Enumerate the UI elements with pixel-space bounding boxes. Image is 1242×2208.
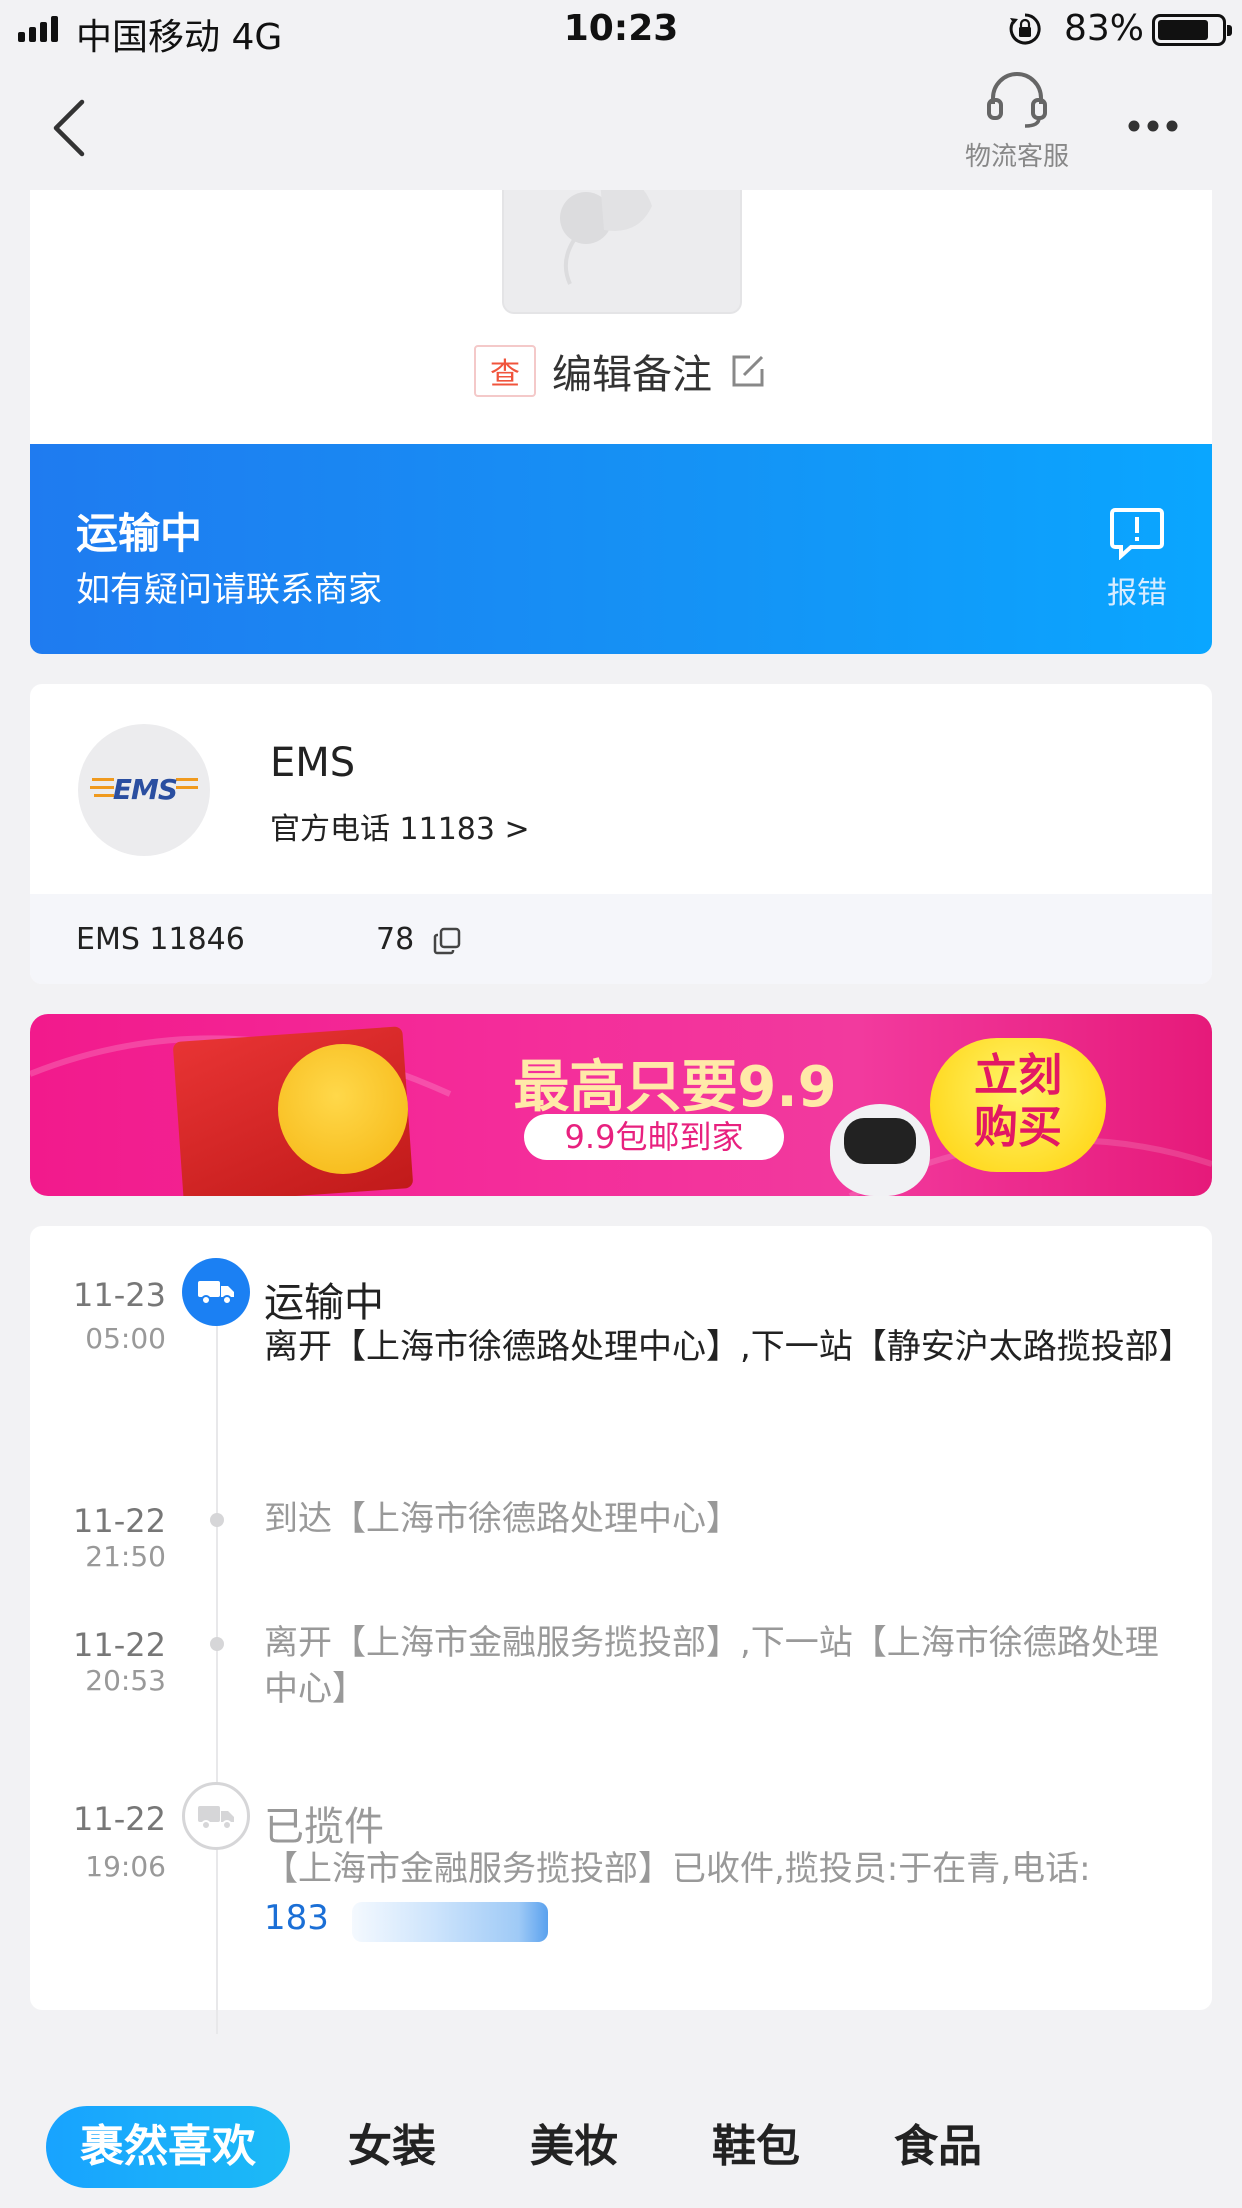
promo-banner[interactable]: 最高只要9.9 9.9包邮到家 立刻 购买 bbox=[30, 1014, 1212, 1196]
buy-now-line2: 购买 bbox=[974, 1102, 1062, 1153]
status-bar: 中国移动 4G 10:23 83% bbox=[0, 0, 1242, 62]
report-error-button[interactable]: 报错 bbox=[1102, 506, 1172, 612]
package-image[interactable] bbox=[502, 190, 742, 314]
status-subtitle: 如有疑问请联系商家 bbox=[76, 570, 382, 610]
headset-icon bbox=[987, 72, 1047, 128]
tracking-number-prefix: EMS 11846 bbox=[76, 922, 245, 957]
status-title: 运输中 bbox=[76, 509, 203, 558]
nav-bar: 物流客服 bbox=[0, 62, 1242, 190]
service-label: 物流客服 bbox=[964, 142, 1069, 172]
battery-percent: 83% bbox=[1064, 8, 1145, 49]
courier-phone-link[interactable]: 183 bbox=[264, 1898, 329, 1938]
timeline-time: 21:50 bbox=[85, 1540, 166, 1573]
tracking-number-row: EMS 11846 78 bbox=[30, 894, 1212, 984]
edit-note-label: 编辑备注 bbox=[552, 352, 712, 398]
clock: 10:23 bbox=[563, 8, 679, 49]
battery-icon bbox=[1152, 14, 1232, 46]
tab-bags[interactable]: 鞋包 bbox=[712, 2106, 800, 2188]
report-label: 报错 bbox=[1107, 576, 1167, 611]
timeline-title: 已揽件 bbox=[264, 1804, 384, 1850]
back-icon[interactable] bbox=[50, 98, 90, 158]
timeline-title: 运输中 bbox=[264, 1280, 384, 1326]
carrier-name: EMS bbox=[270, 740, 356, 786]
buy-now-line1: 立刻 bbox=[974, 1050, 1062, 1101]
bear-mascot-image bbox=[278, 1044, 408, 1174]
timeline-date: 11-22 bbox=[73, 1800, 166, 1838]
promo-pill: 9.9包邮到家 bbox=[524, 1114, 784, 1160]
timeline-time: 05:00 bbox=[85, 1322, 166, 1355]
timeline-dot bbox=[210, 1513, 224, 1527]
timeline-desc: 离开【上海市徐德路处理中心】,下一站【静安沪太路揽投部】 bbox=[264, 1327, 1193, 1367]
timeline-node-collected bbox=[182, 1782, 250, 1850]
ems-logo-text: EMS bbox=[112, 773, 178, 806]
tracking-timeline: 11-23 05:00 运输中 离开【上海市徐德路处理中心】,下一站【静安沪太路… bbox=[30, 1226, 1212, 2034]
timeline-time: 19:06 bbox=[85, 1850, 166, 1883]
tracking-number-suffix: 78 bbox=[376, 922, 415, 957]
timeline-node-active bbox=[182, 1258, 250, 1326]
rotation-lock-icon bbox=[1009, 13, 1041, 45]
timeline-dot bbox=[210, 1637, 224, 1651]
category-tabs: 裹然喜欢 女装 美妆 鞋包 食品 bbox=[0, 2106, 1242, 2196]
package-card: 查 编辑备注 bbox=[30, 190, 1212, 444]
query-tag: 查 bbox=[474, 345, 536, 397]
timeline-date: 11-22 bbox=[73, 1502, 166, 1540]
phone-redaction bbox=[352, 1902, 548, 1942]
ems-logo: EMS bbox=[78, 724, 210, 856]
timeline-line bbox=[216, 1314, 218, 2034]
timeline-date: 11-22 bbox=[73, 1626, 166, 1664]
timeline-desc: 离开【上海市金融服务揽投部】,下一站【上海市徐德路处理中心】 bbox=[264, 1623, 1159, 1709]
placeholder-image-icon bbox=[560, 190, 652, 285]
carrier-phone-link[interactable]: 官方电话 11183 > bbox=[270, 804, 530, 848]
report-icon bbox=[1110, 508, 1164, 561]
timeline-desc: 到达【上海市徐德路处理中心】 bbox=[264, 1499, 740, 1539]
timeline-time: 20:53 bbox=[85, 1664, 166, 1697]
tab-women[interactable]: 女装 bbox=[348, 2106, 436, 2188]
copy-icon[interactable] bbox=[432, 926, 462, 956]
logistics-service-button[interactable]: 物流客服 bbox=[950, 72, 1084, 173]
promo-headline: 最高只要9.9 bbox=[513, 1055, 837, 1120]
note-row[interactable]: 查 编辑备注 bbox=[30, 342, 1212, 400]
carrier-card: EMS EMS 官方电话 11183 > EMS 11846 78 bbox=[30, 684, 1212, 984]
timeline-desc: 【上海市金融服务揽投部】已收件,揽投员:于在青,电话: bbox=[264, 1849, 1091, 1889]
buy-now-button[interactable]: 立刻 购买 bbox=[930, 1038, 1106, 1172]
edit-icon bbox=[732, 355, 764, 387]
tab-food[interactable]: 食品 bbox=[894, 2106, 982, 2188]
timeline-date: 11-23 bbox=[73, 1276, 166, 1314]
robot-mascot-image bbox=[830, 1104, 930, 1196]
tab-beauty[interactable]: 美妆 bbox=[530, 2106, 618, 2188]
more-icon[interactable] bbox=[1126, 114, 1180, 138]
tab-recommend[interactable]: 裹然喜欢 bbox=[46, 2106, 290, 2188]
truck-icon bbox=[198, 1281, 234, 1305]
shipping-status-banner: 运输中 如有疑问请联系商家 报错 bbox=[30, 444, 1212, 654]
truck-icon bbox=[198, 1806, 234, 1830]
